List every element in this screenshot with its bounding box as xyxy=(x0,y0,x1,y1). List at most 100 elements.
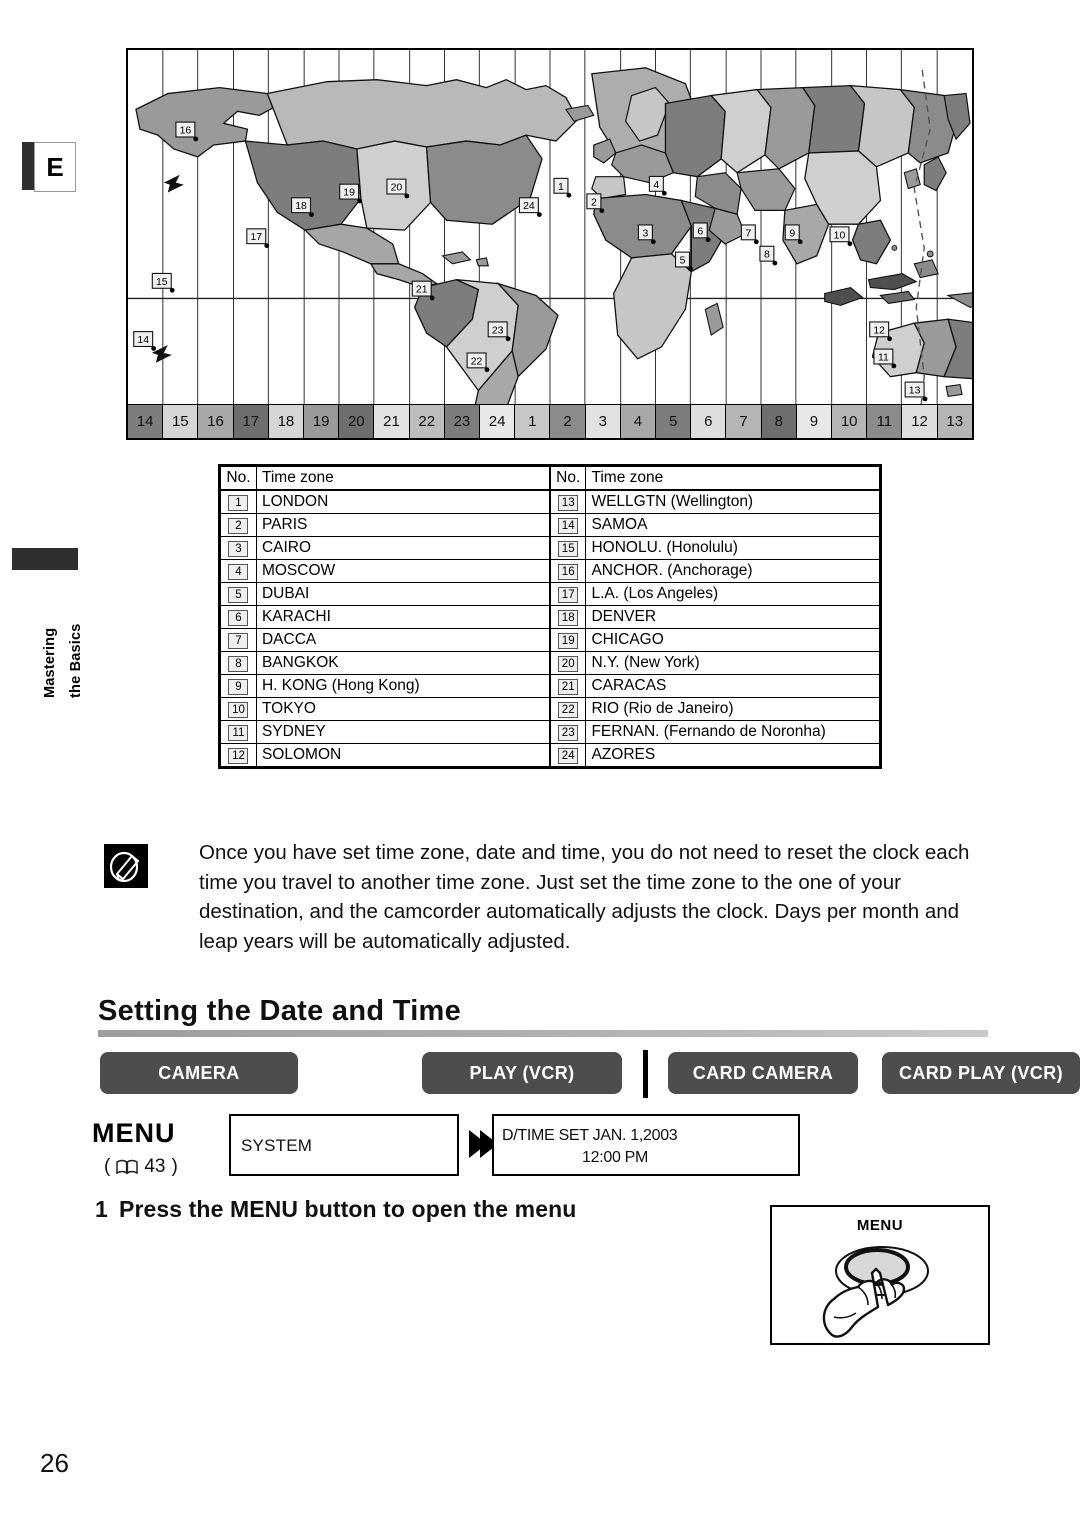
zone-strip-cell: 16 xyxy=(198,405,234,438)
map-marker-label: 6 xyxy=(697,226,703,237)
map-marker-dot xyxy=(505,336,511,342)
row-number-cell: 5 xyxy=(220,582,257,606)
row-number-cell: 4 xyxy=(220,559,257,583)
zone-number-badge: 5 xyxy=(228,587,249,603)
row-zone-cell: KARACHI xyxy=(255,605,551,629)
header-zone-left: Time zone xyxy=(255,466,551,491)
row-zone-cell: DENVER xyxy=(585,605,880,629)
row-number-cell: 11 xyxy=(220,720,257,744)
map-marker-dot xyxy=(753,239,759,245)
map-marker-dot xyxy=(566,192,572,198)
row-number-cell: 19 xyxy=(548,628,587,652)
note-text: Once you have set time zone, date and ti… xyxy=(199,841,970,953)
map-marker-dot xyxy=(151,346,157,351)
step-1-instruction: 1 Press the MENU button to open the menu xyxy=(95,1196,775,1223)
zone-strip-cell: 1 xyxy=(515,405,551,438)
map-marker-label: 13 xyxy=(909,385,921,396)
table-header-row: No. Time zone No. Time zone xyxy=(220,466,880,491)
zone-number-badge: 24 xyxy=(558,748,579,764)
lcd-panel-dtime-set: D/TIME SET JAN. 1,2003 12:00 PM xyxy=(492,1114,800,1176)
map-marker-dot xyxy=(193,136,199,142)
map-marker-label: 24 xyxy=(523,201,535,212)
map-marker-dot xyxy=(922,396,928,402)
menu-page-reference[interactable]: ( 43 ) xyxy=(104,1156,178,1178)
menu-keyword-label: MENU xyxy=(92,1118,176,1148)
row-number-cell: 24 xyxy=(548,743,587,767)
mode-badge-play-vcr[interactable]: PLAY (VCR) xyxy=(422,1052,622,1094)
row-zone-cell: AZORES xyxy=(585,743,880,767)
map-marker-label: 11 xyxy=(878,353,889,364)
map-marker-label: 14 xyxy=(137,335,149,346)
row-zone-cell: PARIS xyxy=(255,513,551,537)
row-number-cell: 1 xyxy=(220,489,257,514)
lcd-panel-system: SYSTEM xyxy=(229,1114,459,1176)
time-zone-table: No. Time zone No. Time zone 1 LONDON 13 WEL… xyxy=(218,464,882,769)
zone-strip-cell: 18 xyxy=(268,405,305,438)
book-icon xyxy=(116,1159,139,1175)
mode-badge-row: CAMERA PLAY (VCR) CARD CAMERA CARD PLAY … xyxy=(100,1050,1080,1098)
map-marker-label: 23 xyxy=(492,325,504,336)
zone-number-badge: 10 xyxy=(228,702,249,718)
map-marker-dot xyxy=(797,239,803,245)
map-marker-dot xyxy=(650,239,656,245)
row-number-cell: 22 xyxy=(548,697,587,721)
zone-strip-cell: 17 xyxy=(233,405,269,438)
mode-badge-camera[interactable]: CAMERA xyxy=(100,1052,298,1094)
map-marker-dot xyxy=(688,266,693,272)
map-marker-dot xyxy=(772,260,778,266)
world-time-zone-map: 16 15 14 17 18 19 20 21 22 23 24 1 2 3 4 5 6 7 8 9 10 11 12 13 xyxy=(126,48,974,440)
map-marker-label: 10 xyxy=(834,230,846,241)
lcd-dtime-line1: D/TIME SET JAN. 1,2003 xyxy=(502,1127,678,1144)
zone-number-badge: 11 xyxy=(228,725,249,741)
row-zone-cell: ANCHOR. (Anchorage) xyxy=(585,559,880,583)
header-no-left: No. xyxy=(220,466,257,491)
zone-number-badge: 1 xyxy=(228,495,249,511)
row-zone-cell: SYDNEY xyxy=(255,720,551,744)
zone-strip-cell: 20 xyxy=(339,405,375,438)
zone-number-badge: 6 xyxy=(228,610,249,626)
map-marker-label: 15 xyxy=(156,277,168,288)
map-marker-dot xyxy=(891,363,897,369)
mode-badge-card-play-vcr[interactable]: CARD PLAY (VCR) xyxy=(882,1052,1080,1094)
zone-strip-cell: 6 xyxy=(691,405,727,438)
table-row: 2 PARIS 14 SAMOA xyxy=(220,513,880,537)
table-row: 1 LONDON 13 WELLGTN (Wellington) xyxy=(220,489,880,514)
table-row: 6 KARACHI 18 DENVER xyxy=(220,605,880,629)
zone-strip-cell: 9 xyxy=(796,405,833,438)
row-zone-cell: TOKYO xyxy=(255,697,551,721)
row-number-cell: 23 xyxy=(548,720,587,744)
map-marker-label: 20 xyxy=(391,183,403,194)
map-marker-label: 9 xyxy=(789,228,795,239)
map-marker-label: 5 xyxy=(680,256,686,267)
language-tab: E xyxy=(22,142,76,192)
zone-strip-cell: 19 xyxy=(304,405,340,438)
map-marker-label: 22 xyxy=(471,356,483,367)
zone-number-badge: 16 xyxy=(558,564,579,580)
zone-strip-cell: 22 xyxy=(409,405,445,438)
zone-strip-cell: 12 xyxy=(902,405,938,438)
page-number: 26 xyxy=(40,1448,69,1478)
row-zone-cell: H. KONG (Hong Kong) xyxy=(255,674,551,698)
zone-number-badge: 18 xyxy=(558,610,579,626)
zone-number-badge: 3 xyxy=(228,541,249,557)
menu-path-row: MENU ( 43 ) SYSTEM D/TIME SET JAN. 1,200… xyxy=(92,1112,992,1184)
map-marker-label: 3 xyxy=(642,228,648,239)
chapter-side-label-line2: the Basics xyxy=(68,623,84,698)
row-number-cell: 12 xyxy=(220,743,257,767)
section-heading: Setting the Date and Time xyxy=(98,995,988,1039)
mode-badge-card-camera[interactable]: CARD CAMERA xyxy=(668,1052,858,1094)
row-zone-cell: RIO (Rio de Janeiro) xyxy=(585,697,880,721)
zone-number-badge: 15 xyxy=(558,541,579,557)
lcd-dtime-line2: 12:00 PM xyxy=(582,1149,649,1166)
row-zone-cell: DACCA xyxy=(255,628,551,652)
menu-button-illustration: MENU xyxy=(770,1205,990,1345)
map-marker-dot xyxy=(264,243,270,249)
time-zone-number-strip: 14 15 16 17 18 19 20 21 22 23 24 1 2 3 4 5 6 7 8 9 10 11 12 13 xyxy=(126,404,974,440)
row-number-cell: 10 xyxy=(220,697,257,721)
map-marker-dot xyxy=(357,198,362,204)
map-marker-label: 7 xyxy=(745,228,751,239)
header-zone-right: Time zone xyxy=(585,466,880,491)
section-title: Setting the Date and Time xyxy=(98,995,462,1027)
zone-strip-cell: 3 xyxy=(585,405,621,438)
table-body: 1 LONDON 13 WELLGTN (Wellington) 2 PARIS 14 SAM… xyxy=(220,489,880,767)
